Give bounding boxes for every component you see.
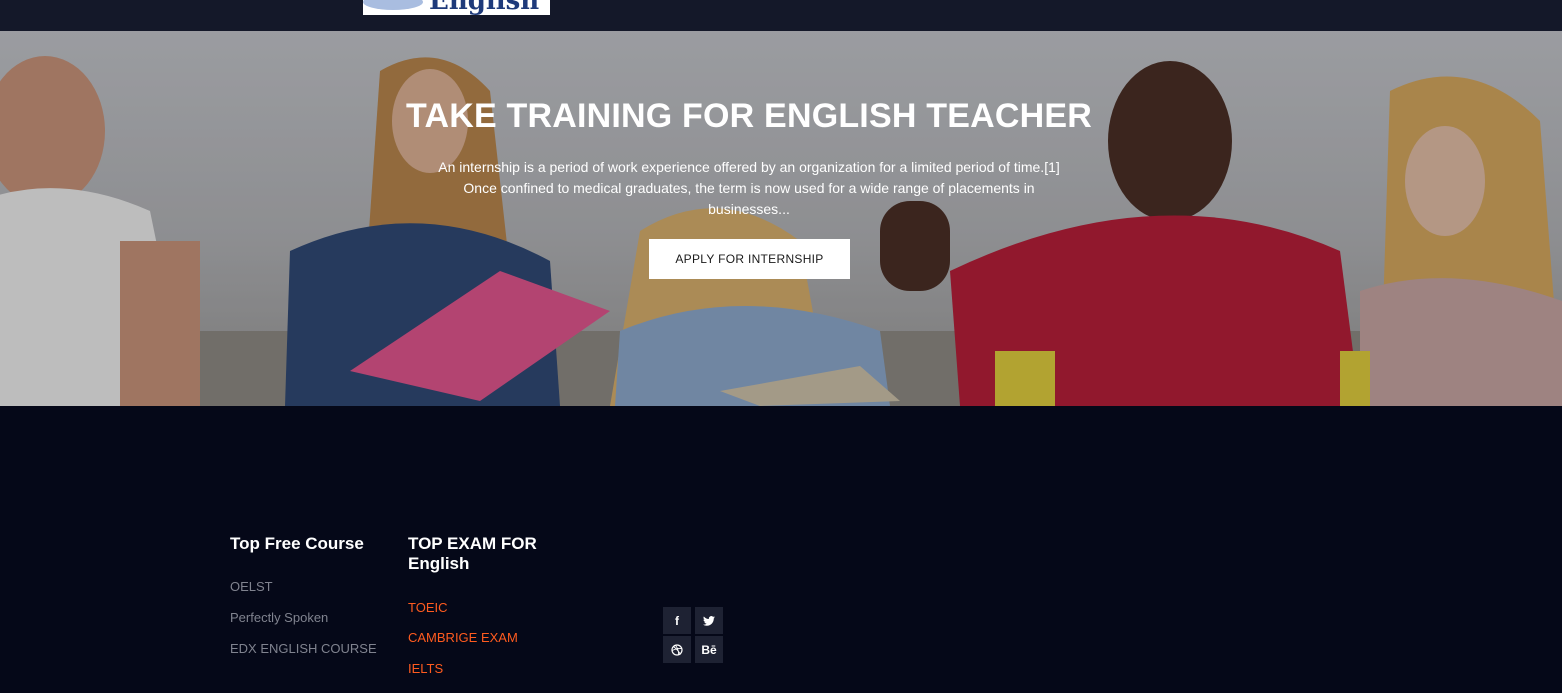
top-navbar: English (0, 0, 1562, 31)
footer-link-oelst[interactable]: OELST (230, 579, 273, 594)
dribbble-ball-icon (671, 643, 683, 656)
footer-col1-title: Top Free Course (230, 534, 364, 553)
hero-title: TAKE TRAINING FOR ENGLISH TEACHER (406, 97, 1092, 135)
footer-link-edx-english[interactable]: EDX ENGLISH COURSE (230, 641, 377, 656)
behance-icon[interactable]: Bē (695, 636, 723, 663)
dribbble-icon[interactable] (663, 636, 691, 663)
site-logo[interactable]: English (363, 0, 550, 15)
facebook-icon[interactable]: f (663, 607, 691, 634)
hero-description: An internship is a period of work experi… (438, 159, 1060, 217)
footer-col2-title: TOP EXAM FOR English (408, 534, 537, 573)
footer-link-ielts[interactable]: IELTS (408, 661, 443, 676)
twitter-bird-icon (703, 615, 715, 626)
facebook-glyph: f (675, 613, 679, 628)
footer-link-cambridge-exam[interactable]: CAMBRIGE EXAM (408, 630, 518, 645)
hero-banner: TAKE TRAINING FOR ENGLISH TEACHER An int… (0, 31, 1562, 406)
footer-link-perfectly-spoken[interactable]: Perfectly Spoken (230, 610, 328, 625)
footer-link-toeic[interactable]: TOEIC (408, 600, 448, 615)
logo-text: English (429, 0, 540, 15)
apply-internship-button[interactable]: APPLY FOR INTERNSHIP (649, 239, 850, 279)
footer: Top Free Course OELST Perfectly Spoken E… (0, 406, 1562, 693)
behance-glyph: Bē (701, 642, 717, 657)
twitter-icon[interactable] (695, 607, 723, 634)
logo-swoosh-icon (363, 0, 423, 10)
